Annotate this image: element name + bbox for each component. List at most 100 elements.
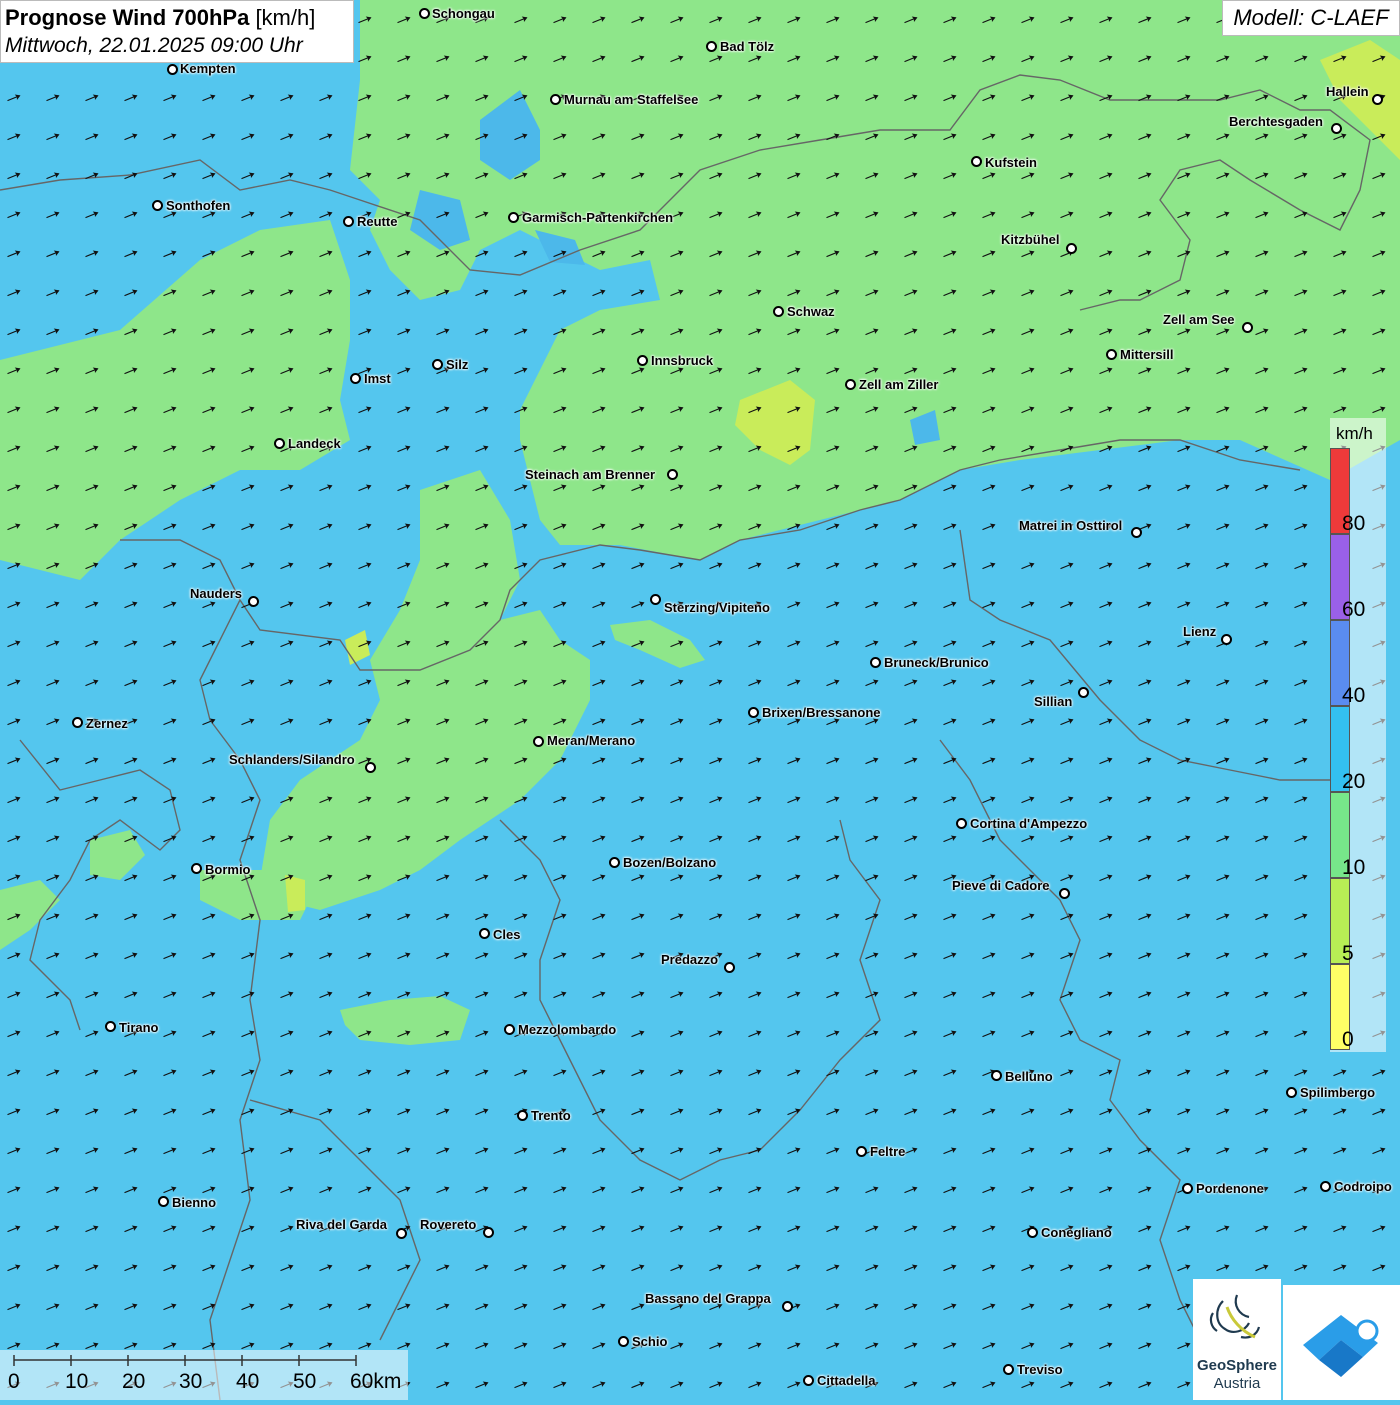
city-marker (1242, 322, 1253, 333)
city-label: Spilimbergo (1300, 1085, 1376, 1100)
city-marker (637, 355, 648, 366)
model-label: Modell: C-LAEF (1222, 0, 1400, 36)
legend-tick-label: 5 (1342, 942, 1354, 965)
city-label: Berchtesgaden (1229, 114, 1323, 129)
city-marker (845, 379, 856, 390)
city-marker (105, 1021, 116, 1032)
geosphere-text-2: Austria (1213, 1375, 1261, 1392)
city-marker (167, 64, 178, 75)
legend-unit: km/h (1336, 424, 1373, 443)
city-marker (1372, 94, 1383, 105)
weather-app-logo[interactable] (1283, 1285, 1400, 1400)
city-marker (1331, 123, 1342, 134)
city-label: Steinach am Brenner (525, 467, 656, 482)
city-label: Bad Tölz (720, 39, 775, 54)
city-marker (350, 373, 361, 384)
city-marker (432, 359, 443, 370)
city-label: Rovereto (420, 1217, 477, 1232)
city-label: Lienz (1183, 624, 1217, 639)
city-marker (856, 1146, 867, 1157)
map-title-box: Prognose Wind 700hPa [km/h] Mittwoch, 22… (0, 0, 354, 63)
city-label: Bormio (205, 862, 251, 877)
city-label: Cittadella (817, 1373, 876, 1388)
city-label: Silz (446, 357, 469, 372)
city-label: Codroipo (1334, 1179, 1392, 1194)
city-label: Zell am Ziller (859, 377, 939, 392)
city-marker (274, 438, 285, 449)
city-marker (1320, 1181, 1331, 1192)
city-label: Bienno (172, 1195, 217, 1210)
city-label: Garmisch-Partenkirchen (522, 210, 674, 225)
city-marker (1182, 1183, 1193, 1194)
city-label: Riva del Garda (296, 1217, 388, 1232)
city-label: Murnau am Staffelsee (564, 92, 699, 107)
city-marker (343, 216, 354, 227)
city-marker (991, 1070, 1002, 1081)
city-label: Zell am See (1163, 312, 1235, 327)
city-label: Meran/Merano (547, 733, 636, 748)
scale-label: 0 (8, 1370, 20, 1393)
city-label: Nauders (190, 586, 243, 601)
city-marker (419, 8, 430, 19)
city-marker (479, 928, 490, 939)
city-label: Mezzolombardo (518, 1022, 617, 1037)
city-label: Schio (632, 1334, 668, 1349)
city-marker (248, 596, 259, 607)
city-label: Pordenone (1196, 1181, 1264, 1196)
city-marker (396, 1228, 407, 1239)
city-label: Innsbruck (651, 353, 714, 368)
legend-tick-label: 10 (1342, 856, 1366, 879)
city-marker (971, 156, 982, 167)
city-marker (1078, 687, 1089, 698)
city-label: Sillian (1034, 694, 1073, 709)
scale-label: 40 (236, 1370, 260, 1393)
cloud-arrow-icon (1303, 1315, 1379, 1377)
city-label: Landeck (288, 436, 341, 451)
city-marker (1027, 1227, 1038, 1238)
city-label: Tirano (119, 1020, 159, 1035)
city-marker (1106, 349, 1117, 360)
scale-label: 30 (179, 1370, 203, 1393)
forecast-datetime: Mittwoch, 22.01.2025 09:00 Uhr (5, 34, 303, 57)
city-label: Bassano del Grappa (645, 1291, 771, 1306)
city-marker (956, 818, 967, 829)
city-marker (365, 762, 376, 773)
legend-tick-label: 80 (1342, 512, 1366, 535)
city-marker (72, 717, 83, 728)
scale-label: 10 (65, 1370, 89, 1393)
city-marker (158, 1196, 169, 1207)
legend-tick-label: 0 (1342, 1028, 1354, 1051)
city-marker (191, 863, 202, 874)
scale-bar-line (13, 1355, 357, 1366)
city-label: Imst (364, 371, 391, 386)
city-label: Cortina d'Ampezzo (970, 816, 1088, 831)
city-marker (1059, 888, 1070, 899)
geosphere-logo[interactable]: GeoSphere Austria (1193, 1279, 1281, 1400)
city-marker (533, 736, 544, 747)
city-marker (1003, 1364, 1014, 1375)
city-label: Sonthofen (166, 198, 231, 213)
city-marker (650, 594, 661, 605)
title-unit: [km/h] (255, 5, 316, 30)
city-label: Schwaz (787, 304, 835, 319)
geosphere-text-1: GeoSphere (1196, 1357, 1278, 1374)
city-label: Reutte (357, 214, 398, 229)
city-label: Kufstein (985, 155, 1037, 170)
city-label: Kempten (180, 61, 236, 76)
city-marker (870, 657, 881, 668)
city-label: Feltre (870, 1144, 906, 1159)
city-marker (748, 707, 759, 718)
geosphere-emblem-icon (1209, 1294, 1261, 1339)
city-marker (517, 1110, 528, 1121)
city-label: Bruneck/Brunico (884, 655, 989, 670)
city-label: Belluno (1005, 1069, 1053, 1084)
city-label: Mittersill (1120, 347, 1174, 362)
scale-label: 50 (293, 1370, 317, 1393)
city-marker (504, 1024, 515, 1035)
city-label: Sterzing/Vipiteno (664, 600, 770, 615)
city-label: Schongau (432, 6, 495, 21)
scale-label: 20 (122, 1370, 146, 1393)
city-marker (803, 1375, 814, 1386)
scale-bar: 0 10 20 30 40 50 60km (0, 1350, 408, 1400)
city-marker (724, 962, 735, 973)
